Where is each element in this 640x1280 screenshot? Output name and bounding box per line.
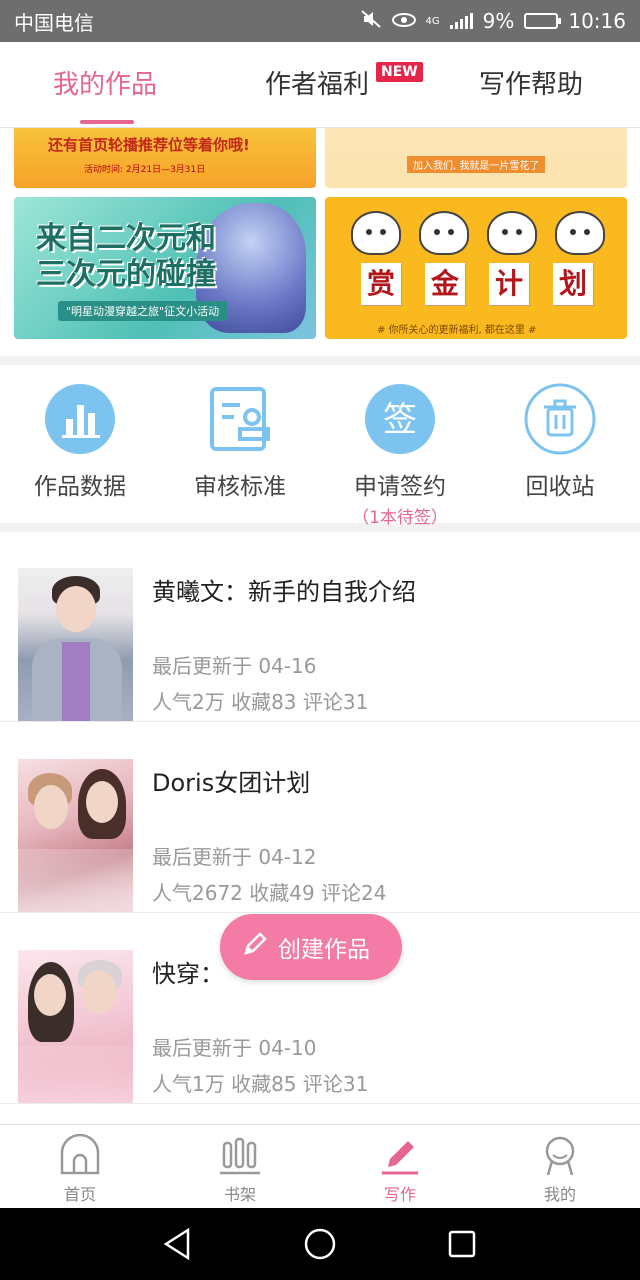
action-label: 回收站 xyxy=(525,474,595,500)
banner-anime-event[interactable]: 来自二次元和三次元的碰撞 "明星动漫穿越之旅"征文小活动 xyxy=(14,197,316,339)
review-standard-button[interactable]: 审核标准 xyxy=(160,383,320,501)
nav-label: 我的 xyxy=(543,1185,576,1204)
status-bar: 中国电信 4G 9% 10:16 xyxy=(0,0,640,42)
cat-illustrations xyxy=(351,211,605,255)
banner-bounty-plan[interactable]: 赏 金 计 划 # 你所关心的更新福利, 都在这里 # xyxy=(325,197,627,339)
works-list: 黄曦文：新手的自我介绍 最后更新于 04-16 人气2万 收藏83 评论31 D… xyxy=(0,532,640,1124)
action-label: 作品数据 xyxy=(34,474,126,500)
svg-text:签: 签 xyxy=(383,400,417,440)
home-circle-icon[interactable] xyxy=(302,1226,338,1262)
nav-label: 写作 xyxy=(383,1185,416,1204)
banner-homepage-promo[interactable]: 还有首页轮播推荐位等着你哦! 活动时间: 2月21日—3月31日 xyxy=(14,128,316,188)
work-title: 黄曦文：新手的自我介绍 xyxy=(152,578,416,606)
battery-percent: 9% xyxy=(482,9,515,33)
sign-icon: 签 xyxy=(364,383,436,455)
banner-title: 来自二次元和三次元的碰撞 xyxy=(36,221,216,292)
work-stats: 人气2672 收藏49 评论24 xyxy=(152,881,387,905)
bounty-char: 计 xyxy=(489,263,529,305)
list-item[interactable]: 黄曦文：新手的自我介绍 最后更新于 04-16 人气2万 收藏83 评论31 xyxy=(0,532,640,722)
top-tabs: 我的作品 作者福利 NEW 写作帮助 xyxy=(0,42,640,128)
works-data-button[interactable]: 作品数据 xyxy=(0,383,160,501)
back-icon[interactable] xyxy=(160,1226,196,1262)
work-title: 快穿： xyxy=(152,960,224,988)
cat-icon xyxy=(487,211,537,255)
eye-icon xyxy=(391,9,416,33)
signal-icon xyxy=(449,13,473,29)
work-updated: 最后更新于 04-12 xyxy=(152,845,317,869)
pencil-icon xyxy=(240,929,270,965)
trash-icon xyxy=(524,383,596,455)
review-document-icon xyxy=(204,383,276,455)
home-icon xyxy=(58,1133,102,1177)
nav-profile[interactable]: 我的 xyxy=(480,1133,640,1205)
apply-contract-button[interactable]: 签 申请签约 （1本待签） xyxy=(320,383,480,528)
action-label: 审核标准 xyxy=(194,474,286,500)
bounty-title: 赏 金 计 划 xyxy=(361,263,593,305)
work-cover-image xyxy=(18,568,133,721)
cat-icon xyxy=(419,211,469,255)
nav-bookshelf[interactable]: 书架 xyxy=(160,1133,320,1205)
bar-chart-icon xyxy=(44,383,116,455)
work-updated: 最后更新于 04-10 xyxy=(152,1036,317,1060)
network-label: 4G xyxy=(425,15,440,27)
nav-write[interactable]: 写作 xyxy=(320,1133,480,1205)
nav-label: 书架 xyxy=(223,1185,256,1204)
bookshelf-icon xyxy=(218,1133,262,1177)
work-stats: 人气2万 收藏83 评论31 xyxy=(152,690,369,714)
new-badge: NEW xyxy=(376,62,423,82)
cat-icon xyxy=(555,211,605,255)
work-stats: 人气1万 收藏85 评论31 xyxy=(152,1072,369,1096)
list-item[interactable]: Doris女团计划 最后更新于 04-12 人气2672 收藏49 评论24 xyxy=(0,723,640,913)
create-work-button[interactable]: 创建作品 xyxy=(220,914,402,980)
create-work-label: 创建作品 xyxy=(278,937,370,963)
banner-subtext: 活动时间: 2月21日—3月31日 xyxy=(84,165,206,175)
bottom-nav: 首页 书架 写作 我的 xyxy=(0,1124,640,1208)
tab-my-works[interactable]: 我的作品 xyxy=(53,64,157,101)
recents-icon[interactable] xyxy=(444,1226,480,1262)
pending-count: （1本待签） xyxy=(352,508,448,528)
tab-author-benefits[interactable]: 作者福利 xyxy=(265,64,369,101)
recycle-bin-button[interactable]: 回收站 xyxy=(480,383,640,501)
system-nav-bar xyxy=(0,1208,640,1280)
nav-label: 首页 xyxy=(63,1185,96,1204)
quick-actions: 作品数据 审核标准 签 申请签约 （1本待签） 回收站 xyxy=(0,365,640,528)
work-title: Doris女团计划 xyxy=(152,769,311,797)
bounty-char: 金 xyxy=(425,263,465,305)
work-cover-image xyxy=(18,950,133,1103)
banner-join-us[interactable]: 加入我们, 我就是一片雪花了 xyxy=(325,128,627,188)
carrier-label: 中国电信 xyxy=(14,10,94,35)
active-tab-indicator xyxy=(80,120,134,124)
pen-icon xyxy=(378,1133,422,1177)
bounty-char: 划 xyxy=(553,263,593,305)
work-updated: 最后更新于 04-16 xyxy=(152,654,317,678)
banner-grid: 还有首页轮播推荐位等着你哦! 活动时间: 2月21日—3月31日 加入我们, 我… xyxy=(0,128,640,356)
banner-text: 加入我们, 我就是一片雪花了 xyxy=(407,156,546,173)
action-label: 申请签约 xyxy=(354,474,446,500)
profile-icon xyxy=(538,1133,582,1177)
bounty-char: 赏 xyxy=(361,263,401,305)
tab-writing-help[interactable]: 写作帮助 xyxy=(479,64,583,101)
work-cover-image xyxy=(18,759,133,912)
battery-icon xyxy=(524,13,562,29)
banner-text: 还有首页轮播推荐位等着你哦! xyxy=(48,136,250,154)
banner-subtext: # 你所关心的更新福利, 都在这里 # xyxy=(377,325,537,336)
nav-home[interactable]: 首页 xyxy=(0,1133,160,1205)
mute-icon xyxy=(360,9,382,34)
banner-subtext: "明星动漫穿越之旅"征文小活动 xyxy=(58,301,228,321)
cat-icon xyxy=(351,211,401,255)
clock: 10:16 xyxy=(568,9,626,33)
